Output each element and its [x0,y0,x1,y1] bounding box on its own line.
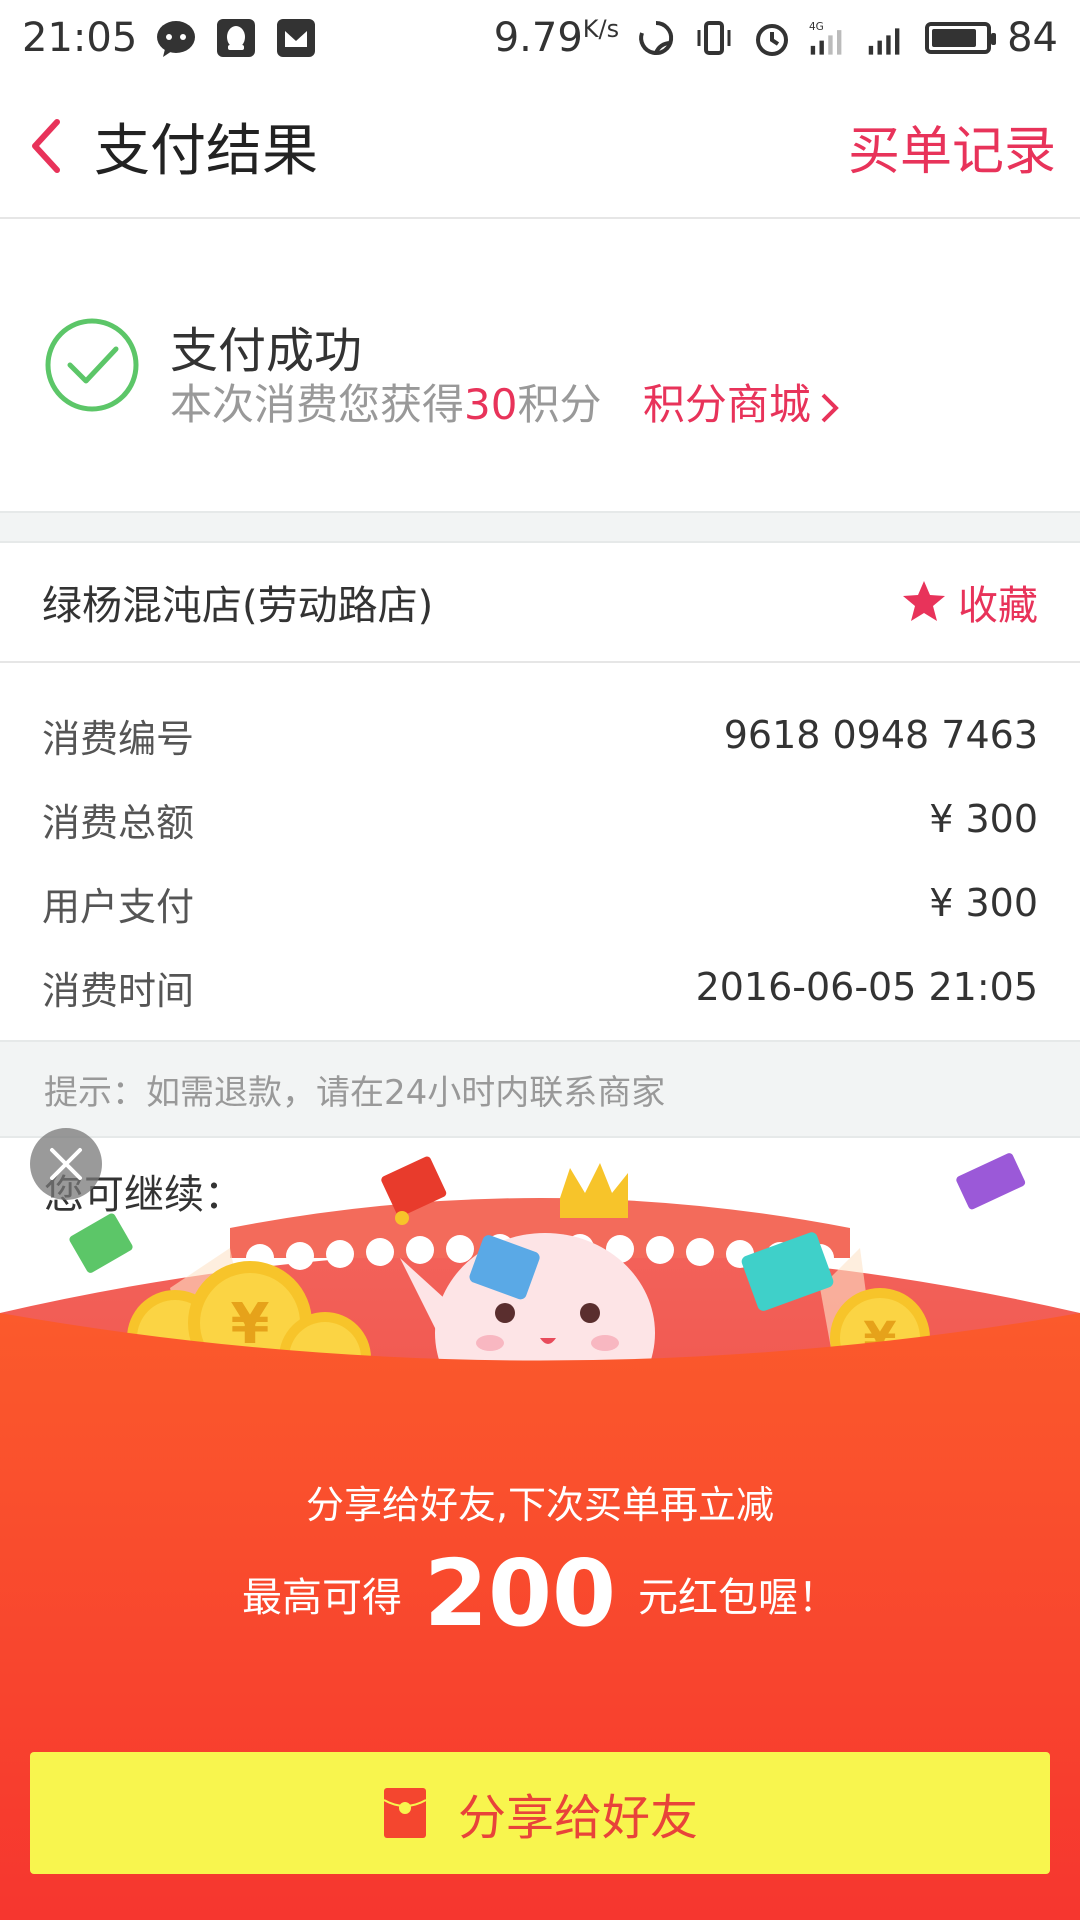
store-name: 绿杨混沌店(劳动路店) [42,583,434,629]
points-mall-link[interactable]: 积分商城 [643,380,841,429]
section-divider [0,511,1080,543]
signal-icon [867,17,909,59]
detail-row-order-number: 消费编号 9618 0948 7463 [42,693,1038,777]
title-bar: 支付结果 买单记录 [0,75,1080,219]
battery-percent: 84 [1007,14,1058,61]
detail-row-paid: 用户支付 ¥ 300 [42,861,1038,945]
network-speed: 9.79K/s [493,14,620,61]
signal-4g-icon: 4G [809,17,851,59]
share-button-label: 分享给好友 [457,1790,698,1846]
page-title: 支付结果 [94,118,318,184]
order-details: 消费编号 9618 0948 7463 消费总额 ¥ 300 用户支付 ¥ 300 消… [0,663,1080,1040]
mail-shield-icon [275,17,317,59]
qq-icon [215,17,257,59]
detail-row-total: 消费总额 ¥ 300 [42,777,1038,861]
promo-text-line1: 分享给好友,下次买单再立减 [305,1483,775,1527]
favorite-label: 收藏 [958,583,1038,629]
detail-label: 消费编号 [42,716,195,761]
store-row[interactable]: 绿杨混沌店(劳动路店) 收藏 [0,543,1080,663]
alarm-icon [751,17,793,59]
check-circle-icon [45,318,139,412]
status-bar: 21:05 9.79K/s 4G 84 [0,0,1080,75]
payment-records-link[interactable]: 买单记录 [848,109,1056,184]
star-icon [903,581,945,621]
points-value: 30 [464,380,518,429]
wechat-icon [155,17,197,59]
red-envelope-icon [383,1788,427,1838]
battery-level [932,28,977,47]
detail-value: 9618 0948 7463 [723,713,1038,757]
back-button[interactable] [0,74,90,218]
detail-label: 消费时间 [42,968,195,1013]
sync-icon [635,17,677,59]
close-popup-button[interactable] [30,1128,102,1200]
promo-amount: 200 [423,1540,617,1647]
svg-text:4G: 4G [809,21,824,33]
detail-label: 用户支付 [42,884,195,929]
favorite-button[interactable]: 收藏 [900,573,1038,631]
vibrate-icon [693,17,735,59]
share-to-friends-button[interactable]: 分享给好友 [30,1752,1050,1874]
chevron-left-icon [32,119,60,173]
refund-tip: 提示：如需退款，请在24小时内联系商家 [0,1040,1080,1138]
detail-value: ¥ 300 [929,797,1038,841]
payment-success-section: 支付成功 本次消费您获得30积分 积分商城 [0,219,1080,511]
chevron-right-icon [821,393,839,422]
promo-suffix: 元红包喔！ [638,1574,839,1621]
status-time: 21:05 [22,14,138,61]
points-earned-text: 本次消费您获得30积分 积分商城 [170,371,841,432]
detail-value: 2016-06-05 21:05 [695,965,1038,1009]
close-icon [50,1148,82,1180]
promo-text-line2: 最高可得 200 元红包喔！ [0,1540,1080,1647]
detail-label: 消费总额 [42,800,195,845]
battery-icon [925,21,997,54]
detail-value: ¥ 300 [929,881,1038,925]
detail-row-time: 消费时间 2016-06-05 21:05 [42,945,1038,1029]
promo-prefix: 最高可得 [241,1574,402,1621]
